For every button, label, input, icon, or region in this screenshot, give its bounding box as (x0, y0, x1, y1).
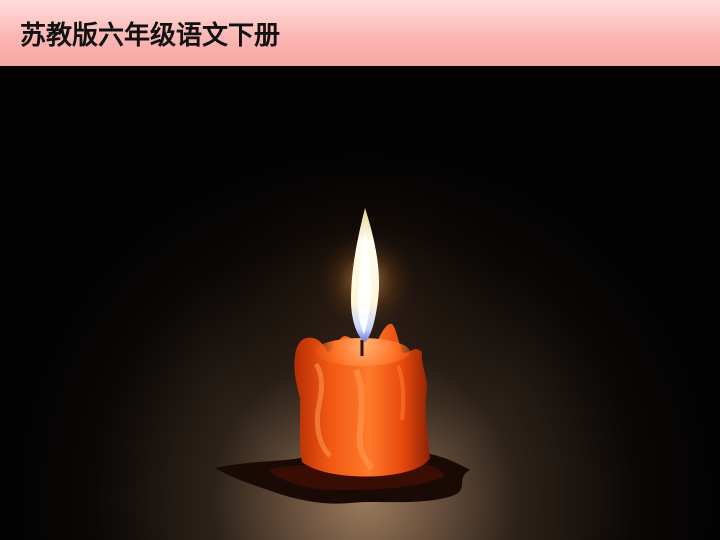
slide: 苏教版六年级语文下册 (0, 0, 720, 540)
candle-photo (0, 66, 720, 540)
header-bar: 苏教版六年级语文下册 (0, 0, 720, 66)
slide-title: 苏教版六年级语文下册 (20, 20, 281, 51)
